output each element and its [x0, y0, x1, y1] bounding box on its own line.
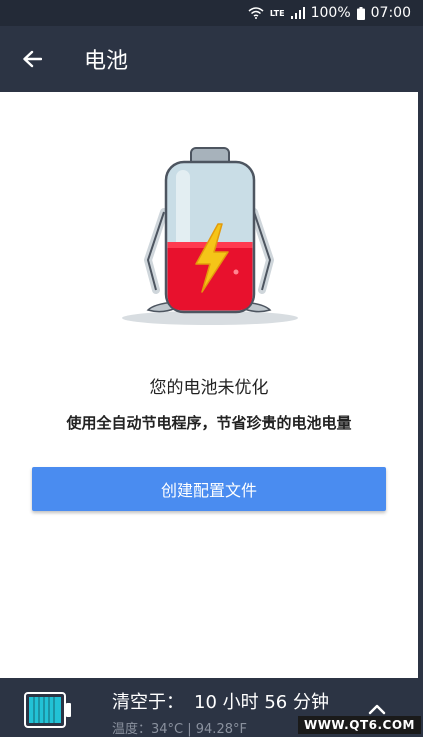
battery-illustration — [118, 142, 300, 332]
battery-percent: 100% — [310, 5, 351, 21]
battery-icon — [356, 6, 365, 20]
clear-time-text: 清空于： 10 小时 56 分钟 — [112, 688, 329, 714]
clear-time-label: 清空于： — [112, 692, 184, 713]
wifi-icon — [248, 7, 264, 19]
optimization-subtitle: 使用全自动节电程序，节省珍贵的电池电量 — [66, 414, 352, 432]
create-profile-button[interactable]: 创建配置文件 — [32, 467, 386, 511]
signal-icon — [290, 7, 305, 19]
clear-time-value: 10 小时 56 分钟 — [194, 692, 329, 713]
clock: 07:00 — [370, 5, 411, 21]
main-content: 您的电池未优化 使用全自动节电程序，节省珍贵的电池电量 创建配置文件 — [0, 92, 418, 678]
battery-level-icon — [24, 692, 72, 732]
temperature-info: 温度：34°C | 94.28°F — [112, 722, 247, 737]
back-button[interactable] — [0, 26, 64, 92]
page-title: 电池 — [84, 49, 129, 74]
app-bar: 电池 — [0, 26, 423, 92]
network-type: LTE — [269, 8, 285, 18]
optimization-title: 您的电池未优化 — [149, 378, 269, 398]
arrow-left-icon — [23, 50, 42, 68]
watermark: WWW.QT6.COM — [297, 716, 421, 734]
status-bar: LTE 100% 07:00 — [0, 0, 423, 26]
